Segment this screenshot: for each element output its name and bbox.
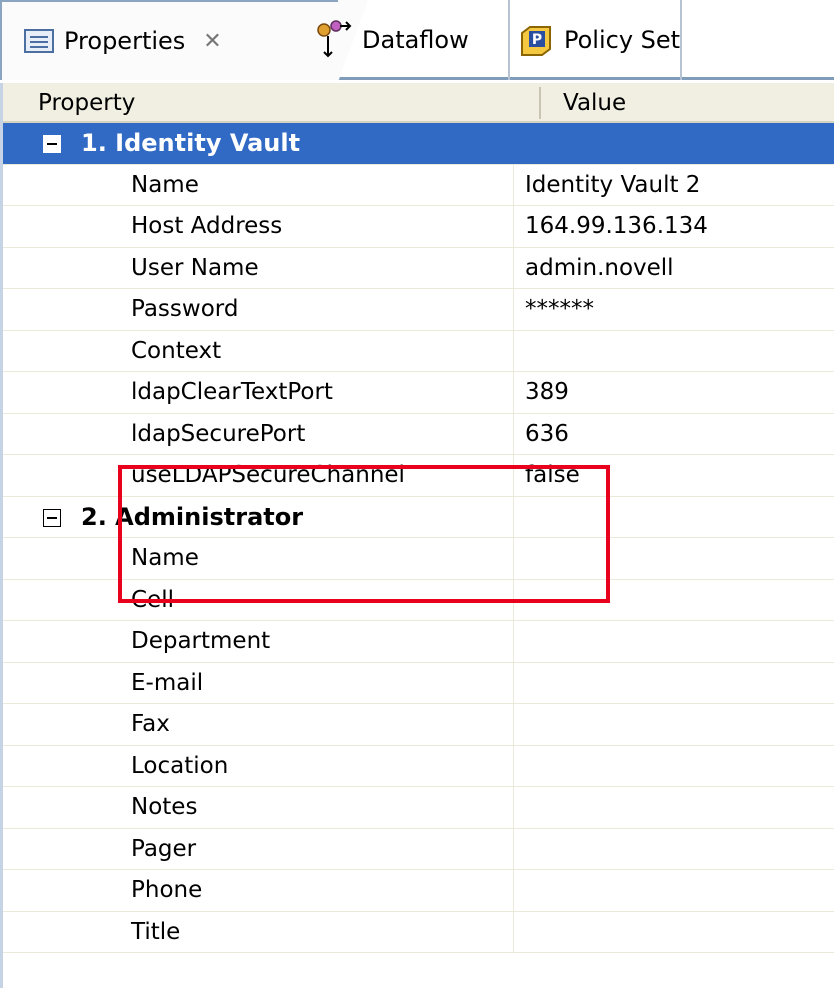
property-name: Context — [131, 337, 222, 364]
tab-properties-label: Properties — [64, 27, 186, 55]
tab-dataflow-label: Dataflow — [362, 26, 469, 54]
tab-properties[interactable]: Properties ✕ — [0, 0, 368, 82]
table-row[interactable]: Location — [3, 745, 834, 787]
category-row-administrator[interactable]: 2. Administrator — [3, 496, 834, 538]
table-row[interactable]: Phone — [3, 870, 834, 912]
table-row[interactable]: Fax — [3, 704, 834, 746]
category-row-identity-vault[interactable]: 1. Identity Vault — [3, 123, 834, 165]
tab-dataflow[interactable]: Dataflow — [314, 0, 510, 80]
collapse-icon[interactable] — [43, 508, 61, 527]
table-row[interactable]: E-mail — [3, 662, 834, 704]
tab-policy-set-label: Policy Set — [564, 26, 681, 54]
property-value[interactable]: false — [525, 455, 580, 496]
tab-policy-set[interactable]: P Policy Set — [512, 0, 682, 80]
property-name: Department — [131, 628, 271, 654]
property-name: Title — [131, 918, 181, 945]
property-name: Cell — [131, 586, 174, 613]
table-row[interactable]: Context — [3, 330, 834, 372]
property-name: Password — [131, 296, 239, 322]
close-icon[interactable]: ✕ — [203, 29, 221, 54]
table-row[interactable]: Notes — [3, 787, 834, 829]
property-name: Notes — [131, 794, 198, 820]
table-row[interactable]: Host Address 164.99.136.134 — [3, 206, 834, 248]
property-name: useLDAPSecureChannel — [131, 462, 405, 488]
column-header-property[interactable]: Property — [38, 83, 135, 123]
property-name: Pager — [131, 835, 197, 862]
editor-tab-bar: Properties ✕ Dataflow P Policy Set — [0, 0, 834, 82]
table-row[interactable]: Title — [3, 911, 834, 953]
properties-table: Property Value 1. Identity Vault Name Id… — [0, 83, 834, 988]
svg-text:P: P — [532, 32, 542, 48]
category-label: 2. Administrator — [81, 502, 304, 531]
property-name: ldapClearTextPort — [131, 379, 333, 405]
table-row[interactable]: ldapSecurePort 636 — [3, 413, 834, 455]
table-row[interactable]: User Name admin.novell — [3, 247, 834, 289]
dataflow-icon — [314, 18, 354, 62]
properties-icon — [24, 29, 54, 53]
collapse-icon[interactable] — [43, 135, 61, 153]
table-row[interactable]: Pager — [3, 828, 834, 870]
policy-set-icon: P — [520, 23, 554, 57]
table-row[interactable]: Cell — [3, 579, 834, 621]
property-value[interactable]: Identity Vault 2 — [525, 165, 700, 206]
property-value[interactable]: ****** — [525, 289, 594, 330]
property-name: Name — [131, 171, 199, 198]
property-value[interactable]: 636 — [525, 414, 569, 455]
property-name: User Name — [131, 254, 259, 281]
column-header-value[interactable]: Value — [563, 83, 626, 123]
property-name: Fax — [131, 711, 170, 737]
property-name: E-mail — [131, 669, 204, 696]
property-value[interactable]: 164.99.136.134 — [525, 206, 708, 247]
column-divider[interactable] — [539, 87, 541, 119]
category-label: 1. Identity Vault — [81, 129, 301, 157]
property-value[interactable]: 389 — [525, 372, 569, 413]
property-name: Host Address — [131, 213, 283, 239]
table-row[interactable]: Password ****** — [3, 289, 834, 331]
table-row[interactable]: useLDAPSecureChannel false — [3, 455, 834, 497]
property-name: Location — [131, 752, 229, 779]
property-name: Name — [131, 545, 199, 571]
table-row[interactable]: Name — [3, 538, 834, 580]
table-body: 1. Identity Vault Name Identity Vault 2 … — [3, 123, 834, 953]
property-value[interactable]: admin.novell — [525, 248, 674, 289]
table-row[interactable]: Name Identity Vault 2 — [3, 164, 834, 206]
table-row[interactable]: Department — [3, 621, 834, 663]
property-name: ldapSecurePort — [131, 420, 306, 447]
property-name: Phone — [131, 877, 203, 903]
table-header: Property Value — [3, 83, 834, 123]
table-row[interactable]: ldapClearTextPort 389 — [3, 372, 834, 414]
